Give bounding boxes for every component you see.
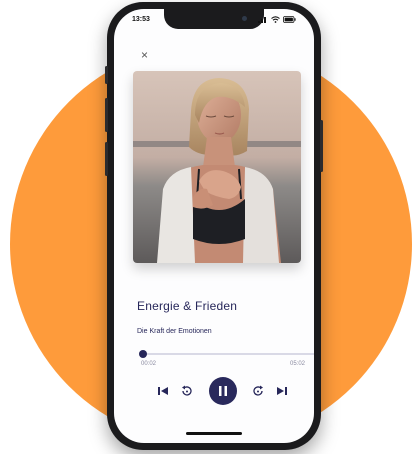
- track-subtitle: Die Kraft der Emotionen: [137, 328, 212, 335]
- cover-image: [133, 71, 301, 263]
- playback-controls: [114, 377, 314, 407]
- rewind-icon[interactable]: [180, 385, 192, 397]
- wifi-icon: [271, 16, 280, 23]
- notch: [164, 9, 264, 29]
- home-indicator: [186, 432, 242, 435]
- progress-slider[interactable]: [138, 350, 314, 358]
- phone-frame: 13:53 × Energie & Frieden Die Kraft der …: [105, 2, 323, 450]
- signal-icon: [258, 17, 266, 23]
- status-icons: [258, 16, 296, 23]
- skip-previous-icon[interactable]: [157, 385, 169, 397]
- camera-dot: [242, 16, 247, 21]
- progress-knob[interactable]: [138, 350, 147, 358]
- skip-next-icon[interactable]: [276, 385, 288, 397]
- close-icon: ×: [141, 48, 149, 62]
- elapsed-time: 00:02: [141, 361, 157, 367]
- pause-button[interactable]: [209, 377, 237, 405]
- status-time: 13:53: [132, 16, 150, 23]
- phone-screen: 13:53 × Energie & Frieden Die Kraft der …: [114, 9, 314, 443]
- track-title: Energie & Frieden: [137, 299, 238, 313]
- pause-icon: [219, 386, 227, 396]
- total-time: 05:02: [290, 361, 306, 367]
- battery-icon: [283, 16, 296, 23]
- volume-down-button: [105, 142, 108, 176]
- forward-icon[interactable]: [253, 385, 265, 397]
- mute-switch: [105, 66, 108, 84]
- volume-up-button: [105, 98, 108, 132]
- close-button[interactable]: ×: [141, 49, 148, 61]
- power-button: [320, 120, 323, 172]
